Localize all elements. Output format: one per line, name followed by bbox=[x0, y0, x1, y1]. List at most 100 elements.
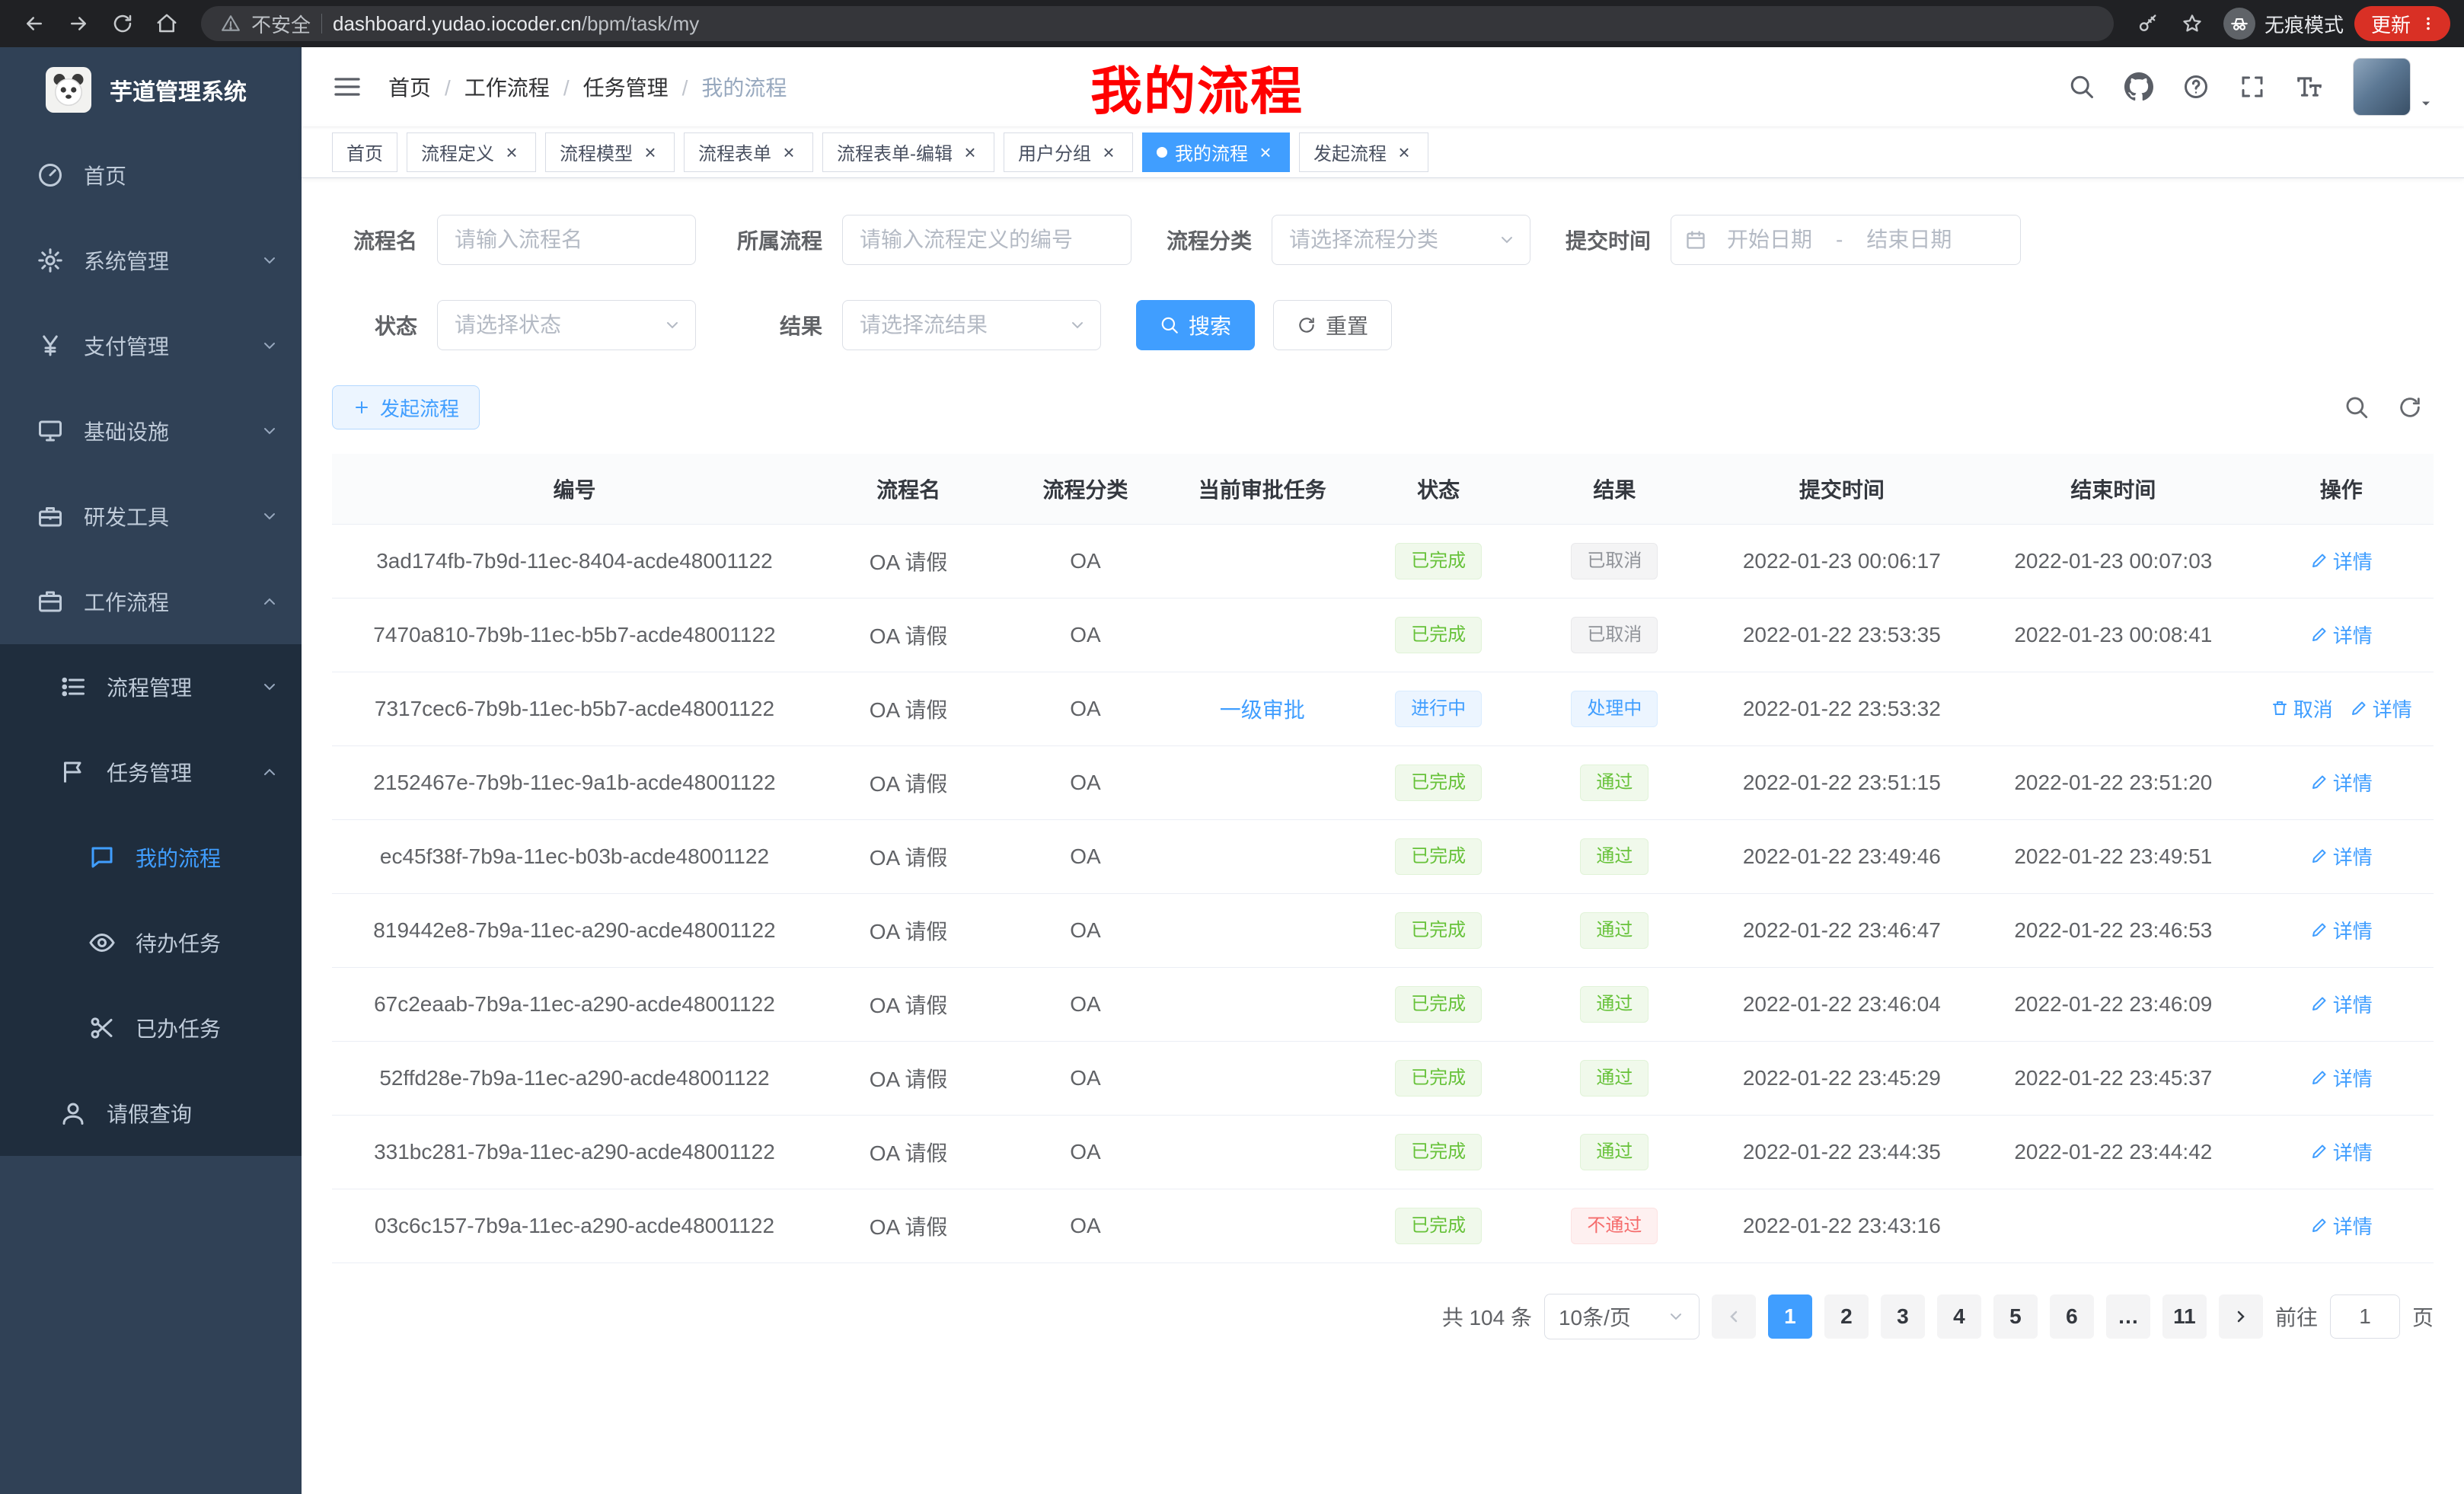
close-icon[interactable]: × bbox=[640, 142, 660, 162]
back-icon[interactable] bbox=[14, 3, 55, 44]
cancel-link[interactable]: 取消 bbox=[2271, 694, 2333, 723]
font-size-icon[interactable] bbox=[2295, 72, 2324, 101]
end-date-input[interactable] bbox=[1852, 228, 1966, 252]
date-range-picker[interactable]: - bbox=[1671, 215, 2021, 265]
sidebar-item-home[interactable]: 首页 bbox=[0, 132, 302, 218]
fullscreen-icon[interactable] bbox=[2239, 73, 2266, 101]
app-logo[interactable]: 芋道管理系统 bbox=[0, 47, 302, 132]
create-process-button[interactable]: 发起流程 bbox=[332, 385, 480, 429]
start-date-input[interactable] bbox=[1712, 228, 1827, 252]
task-link[interactable]: 一级审批 bbox=[1220, 698, 1305, 722]
page-button[interactable]: 5 bbox=[1993, 1294, 2038, 1339]
sidebar-item-infrastructure[interactable]: 基础设施 bbox=[0, 388, 302, 474]
result-select[interactable] bbox=[842, 300, 1101, 350]
close-icon[interactable]: × bbox=[502, 142, 522, 162]
refresh-icon[interactable] bbox=[2397, 394, 2423, 420]
tab-home[interactable]: 首页 bbox=[332, 132, 397, 172]
tab-process-form[interactable]: 流程表单× bbox=[684, 132, 813, 172]
category-select[interactable] bbox=[1272, 215, 1530, 265]
cell-actions: 详情 bbox=[2249, 967, 2434, 1041]
search-button[interactable]: 搜索 bbox=[1136, 300, 1255, 350]
tab-process-form-edit[interactable]: 流程表单-编辑× bbox=[822, 132, 994, 172]
tab-user-group[interactable]: 用户分组× bbox=[1004, 132, 1133, 172]
detail-link[interactable]: 详情 bbox=[2350, 694, 2412, 723]
detail-link[interactable]: 详情 bbox=[2310, 768, 2373, 796]
home-icon[interactable] bbox=[146, 3, 187, 44]
close-icon[interactable]: × bbox=[1256, 142, 1275, 162]
cell-name: OA 请假 bbox=[817, 745, 1000, 819]
password-key-icon[interactable] bbox=[2127, 3, 2169, 44]
sidebar-item-system[interactable]: 系统管理 bbox=[0, 218, 302, 303]
help-icon[interactable] bbox=[2182, 73, 2210, 101]
page-button[interactable]: 2 bbox=[1824, 1294, 1869, 1339]
close-icon[interactable]: × bbox=[1394, 142, 1414, 162]
tab-process-definition[interactable]: 流程定义× bbox=[407, 132, 536, 172]
detail-link[interactable]: 详情 bbox=[2310, 547, 2373, 575]
flag-icon bbox=[59, 758, 87, 786]
reset-button[interactable]: 重置 bbox=[1273, 300, 1392, 350]
cell-id: 03c6c157-7b9a-11ec-a290-acde48001122 bbox=[332, 1189, 817, 1263]
breadcrumb-item-current: 我的流程 bbox=[669, 72, 787, 102]
sidebar-item-my-process[interactable]: 我的流程 bbox=[0, 815, 302, 900]
page-button[interactable]: 1 bbox=[1768, 1294, 1812, 1339]
forward-icon[interactable] bbox=[58, 3, 99, 44]
page-url: dashboard.yudao.iocoder.cn/bpm/task/my bbox=[333, 12, 699, 36]
next-page-button[interactable] bbox=[2219, 1294, 2263, 1339]
sidebar-item-devtools[interactable]: 研发工具 bbox=[0, 474, 302, 559]
close-icon[interactable]: × bbox=[960, 142, 980, 162]
detail-link[interactable]: 详情 bbox=[2310, 990, 2373, 1018]
page-size-select[interactable]: 10条/页 bbox=[1544, 1294, 1700, 1339]
bookmark-star-icon[interactable] bbox=[2172, 3, 2213, 44]
cell-end-time bbox=[1977, 1189, 2249, 1263]
page-button[interactable]: 3 bbox=[1881, 1294, 1925, 1339]
sidebar-item-done-tasks[interactable]: 已办任务 bbox=[0, 985, 302, 1071]
sidebar-item-task-mgmt[interactable]: 任务管理 bbox=[0, 729, 302, 815]
cell-status: 已完成 bbox=[1354, 745, 1523, 819]
detail-link[interactable]: 详情 bbox=[2310, 842, 2373, 870]
submit-time-label: 提交时间 bbox=[1566, 225, 1651, 255]
close-icon[interactable]: × bbox=[779, 142, 799, 162]
incognito-badge[interactable]: 无痕模式 bbox=[2223, 8, 2344, 40]
cell-submit-time: 2022-01-22 23:53:32 bbox=[1706, 672, 1978, 745]
detail-link[interactable]: 详情 bbox=[2310, 1211, 2373, 1240]
sidebar-item-process-mgmt[interactable]: 流程管理 bbox=[0, 644, 302, 729]
prev-page-button[interactable] bbox=[1712, 1294, 1756, 1339]
detail-link[interactable]: 详情 bbox=[2310, 1064, 2373, 1092]
address-bar[interactable]: 不安全 dashboard.yudao.iocoder.cn/bpm/task/… bbox=[201, 6, 2114, 41]
update-button[interactable]: 更新 bbox=[2354, 6, 2450, 41]
process-name-input[interactable] bbox=[437, 215, 696, 265]
goto-page-input[interactable] bbox=[2330, 1294, 2400, 1339]
status-select[interactable] bbox=[437, 300, 696, 350]
detail-link[interactable]: 详情 bbox=[2310, 621, 2373, 649]
detail-link[interactable]: 详情 bbox=[2310, 916, 2373, 944]
sidebar-item-workflow[interactable]: 工作流程 bbox=[0, 559, 302, 644]
page-button[interactable]: 4 bbox=[1937, 1294, 1981, 1339]
github-icon[interactable] bbox=[2124, 72, 2153, 101]
search-toggle-icon[interactable] bbox=[2344, 394, 2370, 420]
sidebar-item-leave-query[interactable]: 请假查询 bbox=[0, 1071, 302, 1156]
breadcrumb-item[interactable]: 首页 bbox=[388, 72, 431, 102]
tab-my-process[interactable]: 我的流程× bbox=[1142, 132, 1290, 172]
breadcrumb-item[interactable]: 工作流程 bbox=[431, 72, 550, 102]
sidebar-item-payment[interactable]: 支付管理 bbox=[0, 303, 302, 388]
page-button[interactable]: 11 bbox=[2162, 1294, 2207, 1339]
more-pages-button[interactable]: … bbox=[2106, 1294, 2150, 1339]
search-icon[interactable] bbox=[2068, 73, 2095, 101]
detail-link[interactable]: 详情 bbox=[2310, 1138, 2373, 1166]
breadcrumb-item[interactable]: 任务管理 bbox=[550, 72, 669, 102]
cell-submit-time: 2022-01-22 23:46:47 bbox=[1706, 893, 1978, 967]
tab-process-model[interactable]: 流程模型× bbox=[545, 132, 675, 172]
reload-icon[interactable] bbox=[102, 3, 143, 44]
caret-down-icon bbox=[2418, 96, 2434, 111]
cell-name: OA 请假 bbox=[817, 598, 1000, 672]
cell-submit-time: 2022-01-22 23:43:16 bbox=[1706, 1189, 1978, 1263]
tab-start-process[interactable]: 发起流程× bbox=[1299, 132, 1428, 172]
sidebar-item-todo-tasks[interactable]: 待办任务 bbox=[0, 900, 302, 985]
sidebar-toggle-icon[interactable] bbox=[332, 72, 362, 102]
process-definition-input[interactable] bbox=[842, 215, 1131, 265]
cell-submit-time: 2022-01-22 23:49:46 bbox=[1706, 819, 1978, 893]
user-menu[interactable] bbox=[2353, 58, 2434, 116]
page-button[interactable]: 6 bbox=[2050, 1294, 2094, 1339]
incognito-icon bbox=[2223, 8, 2255, 40]
close-icon[interactable]: × bbox=[1099, 142, 1119, 162]
